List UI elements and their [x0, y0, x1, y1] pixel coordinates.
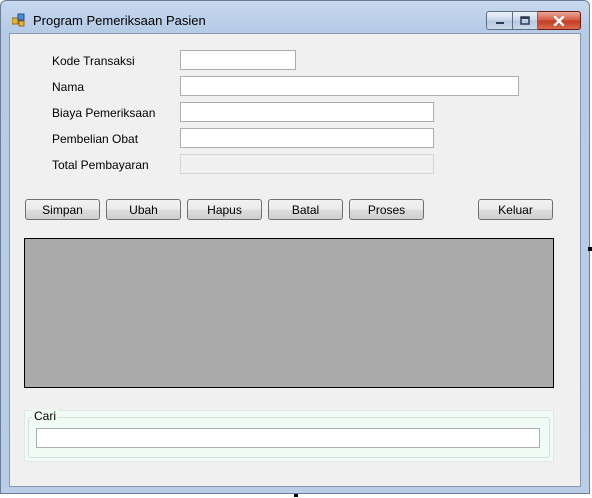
ubah-button[interactable]: Ubah — [106, 199, 181, 220]
simpan-button[interactable]: Simpan — [25, 199, 100, 220]
data-grid[interactable] — [24, 238, 554, 388]
total-pembayaran-input — [180, 154, 434, 174]
form-client-area: Kode Transaksi Nama Biaya Pemeriksaan Pe… — [9, 33, 581, 487]
nama-label: Nama — [52, 80, 85, 94]
window-title: Program Pemeriksaan Pasien — [33, 13, 206, 28]
kode-transaksi-label: Kode Transaksi — [52, 54, 135, 68]
pembelian-obat-label: Pembelian Obat — [52, 132, 139, 146]
application-icon — [12, 13, 25, 27]
biaya-pemeriksaan-input[interactable] — [180, 102, 434, 122]
caption-buttons — [486, 11, 581, 30]
minimize-icon — [495, 21, 504, 24]
minimize-button[interactable] — [486, 11, 513, 30]
maximize-icon — [520, 16, 530, 25]
biaya-pemeriksaan-label: Biaya Pemeriksaan — [52, 106, 156, 120]
search-groupbox: Cari — [24, 409, 554, 462]
total-pembayaran-label: Total Pembayaran — [52, 158, 149, 172]
search-input[interactable] — [36, 428, 540, 448]
hapus-button[interactable]: Hapus — [187, 199, 262, 220]
keluar-button[interactable]: Keluar — [478, 199, 553, 220]
batal-button[interactable]: Batal — [268, 199, 343, 220]
maximize-button[interactable] — [513, 11, 538, 30]
search-group-title: Cari — [32, 409, 59, 423]
pembelian-obat-input[interactable] — [180, 128, 434, 148]
kode-transaksi-input[interactable] — [180, 50, 296, 70]
close-button[interactable] — [538, 11, 581, 30]
nama-input[interactable] — [180, 76, 519, 96]
close-icon — [553, 15, 565, 26]
title-bar[interactable]: Program Pemeriksaan Pasien — [1, 1, 589, 33]
main-window: Program Pemeriksaan Pasien Kode Transaks… — [0, 0, 590, 494]
bottom-edge-grip — [294, 494, 298, 497]
right-edge-grip — [588, 247, 592, 251]
proses-button[interactable]: Proses — [349, 199, 424, 220]
